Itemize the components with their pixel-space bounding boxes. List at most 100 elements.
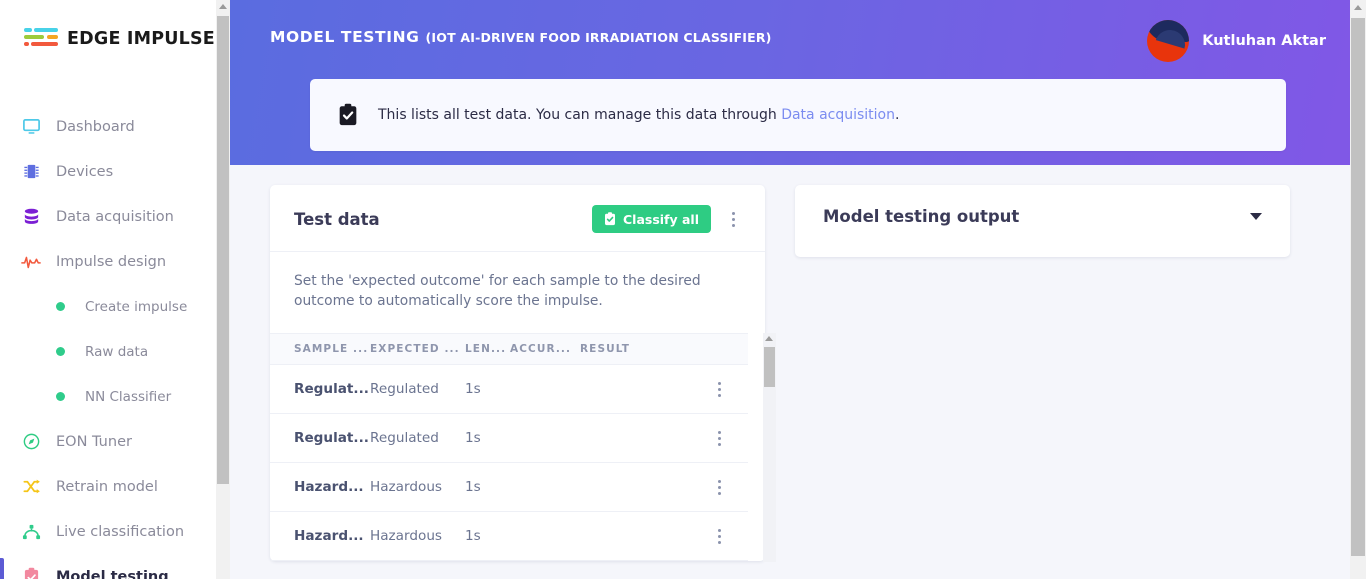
test-data-description: Set the 'expected outcome' for each samp… (270, 252, 765, 333)
sidebar-item-live-classification[interactable]: Live classification (0, 509, 230, 554)
column-header-length[interactable]: LEN... (465, 334, 510, 365)
test-data-table-wrapper: SAMPLE ... EXPECTED ... LEN... ACCUR... … (270, 333, 765, 561)
sidebar-item-dashboard[interactable]: Dashboard (0, 104, 230, 149)
compass-icon (20, 431, 42, 453)
column-header-result[interactable]: RESULT (580, 334, 690, 365)
cell-expected[interactable]: Regulated (370, 365, 465, 414)
edge-impulse-logo-icon (24, 27, 58, 50)
table-scrollbar[interactable] (763, 333, 776, 562)
shuffle-icon (20, 476, 42, 498)
cell-expected[interactable]: Hazardous (370, 512, 465, 561)
database-icon (20, 206, 42, 228)
content-area: Test data Classify all Set the 'expected… (230, 165, 1366, 561)
table-row[interactable]: Regulat... Regulated 1s (270, 365, 748, 414)
page-title: MODEL TESTING (IOT AI-DRIVEN FOOD IRRADI… (270, 28, 772, 46)
caret-down-icon[interactable] (1250, 213, 1262, 220)
sidebar: EDGE IMPULSE Dashboard Devices Data acqu (0, 0, 230, 579)
sidebar-item-label: NN Classifier (85, 389, 171, 405)
page-scrollbar-thumb[interactable] (1351, 18, 1365, 556)
curve-icon (20, 521, 42, 543)
column-header-sample[interactable]: SAMPLE ... (270, 334, 370, 365)
brand-name: EDGE IMPULSE (67, 29, 215, 49)
sidebar-item-impulse-design[interactable]: Impulse design (0, 239, 230, 284)
main-content: MODEL TESTING (IOT AI-DRIVEN FOOD IRRADI… (230, 0, 1366, 579)
column-header-actions (690, 334, 748, 365)
sidebar-item-data-acquisition[interactable]: Data acquisition (0, 194, 230, 239)
test-data-card-header: Test data Classify all (270, 185, 765, 252)
column-header-expected[interactable]: EXPECTED ... (370, 334, 465, 365)
cell-sample: Regulat... (270, 365, 370, 414)
cell-actions (690, 463, 748, 512)
info-banner-text-after: . (895, 107, 899, 123)
sidebar-item-label: Create impulse (85, 299, 187, 315)
sidebar-item-label: Model testing (56, 569, 169, 579)
cell-length: 1s (465, 414, 510, 463)
sidebar-item-create-impulse[interactable]: Create impulse (0, 284, 230, 329)
kebab-menu-icon[interactable] (711, 526, 727, 546)
kebab-menu-icon[interactable] (711, 379, 727, 399)
cell-result (580, 365, 690, 414)
app-root: EDGE IMPULSE Dashboard Devices Data acqu (0, 0, 1366, 579)
page-title-subtitle: (IOT AI-DRIVEN FOOD IRRADIATION CLASSIFI… (426, 30, 772, 45)
dot-icon (55, 296, 65, 318)
page-scrollbar[interactable] (1350, 0, 1366, 579)
page-title-main: MODEL TESTING (270, 28, 420, 46)
model-testing-output-card: Model testing output (795, 185, 1290, 257)
model-testing-output-header[interactable]: Model testing output (795, 185, 1290, 248)
cell-actions (690, 365, 748, 414)
sidebar-item-eon-tuner[interactable]: EON Tuner (0, 419, 230, 464)
cell-length: 1s (465, 463, 510, 512)
cell-expected[interactable]: Regulated (370, 414, 465, 463)
cell-expected[interactable]: Hazardous (370, 463, 465, 512)
scroll-up-arrow-icon[interactable] (765, 336, 773, 341)
data-acquisition-link[interactable]: Data acquisition (781, 107, 895, 123)
sidebar-item-devices[interactable]: Devices (0, 149, 230, 194)
info-banner-text-before: This lists all test data. You can manage… (378, 107, 781, 123)
info-banner: This lists all test data. You can manage… (310, 79, 1286, 151)
sidebar-item-label: Devices (56, 164, 113, 180)
page-header: MODEL TESTING (IOT AI-DRIVEN FOOD IRRADI… (230, 0, 1366, 165)
table-scrollbar-thumb[interactable] (764, 347, 775, 387)
avatar (1147, 20, 1189, 62)
table-row[interactable]: Hazard... Hazardous 1s (270, 463, 748, 512)
sidebar-item-retrain-model[interactable]: Retrain model (0, 464, 230, 509)
test-data-card: Test data Classify all Set the 'expected… (270, 185, 765, 561)
sidebar-item-label: Retrain model (56, 479, 158, 495)
test-data-table: SAMPLE ... EXPECTED ... LEN... ACCUR... … (270, 333, 748, 561)
sidebar-item-label: Impulse design (56, 254, 166, 270)
sidebar-item-label: Live classification (56, 524, 184, 540)
kebab-menu-icon[interactable] (725, 209, 741, 229)
cell-sample: Hazard... (270, 512, 370, 561)
pulse-icon (20, 251, 42, 273)
sidebar-scrollbar-thumb[interactable] (217, 16, 229, 484)
cell-accuracy (510, 512, 580, 561)
cell-accuracy (510, 365, 580, 414)
cell-result (580, 512, 690, 561)
kebab-menu-icon[interactable] (711, 428, 727, 448)
sidebar-scrollbar[interactable] (216, 0, 230, 579)
dot-icon (55, 341, 65, 363)
classify-all-button[interactable]: Classify all (592, 205, 711, 233)
cell-result (580, 414, 690, 463)
clipboard-check-icon (604, 212, 616, 226)
column-header-accuracy[interactable]: ACCUR... (510, 334, 580, 365)
sidebar-item-raw-data[interactable]: Raw data (0, 329, 230, 374)
classify-all-label: Classify all (623, 212, 699, 227)
sidebar-item-nn-classifier[interactable]: NN Classifier (0, 374, 230, 419)
sidebar-item-label: Dashboard (56, 119, 135, 135)
user-menu[interactable]: Kutluhan Aktar (1147, 20, 1326, 62)
sidebar-item-model-testing[interactable]: Model testing (0, 554, 230, 579)
clipboard-check-icon (20, 566, 42, 579)
table-row[interactable]: Hazard... Hazardous 1s (270, 512, 748, 561)
cell-length: 1s (465, 512, 510, 561)
cell-length: 1s (465, 365, 510, 414)
table-body: Regulat... Regulated 1s Regulat... Regul… (270, 365, 748, 561)
brand-logo[interactable]: EDGE IMPULSE (0, 0, 230, 50)
scroll-up-arrow-icon[interactable] (219, 4, 227, 9)
scroll-up-arrow-icon[interactable] (1354, 5, 1362, 10)
table-row[interactable]: Regulat... Regulated 1s (270, 414, 748, 463)
cell-sample: Regulat... (270, 414, 370, 463)
sidebar-item-label: EON Tuner (56, 434, 132, 450)
cell-sample: Hazard... (270, 463, 370, 512)
kebab-menu-icon[interactable] (711, 477, 727, 497)
